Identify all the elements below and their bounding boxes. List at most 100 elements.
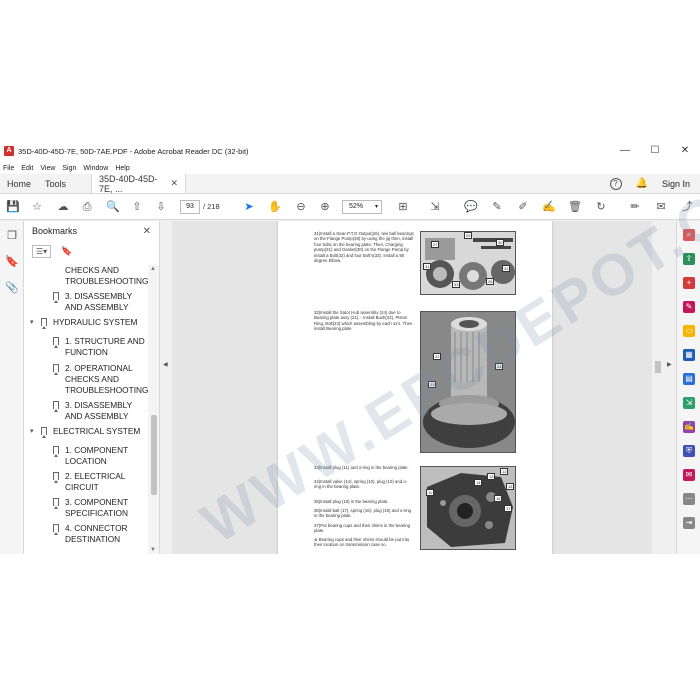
bookmark-icon	[53, 337, 59, 348]
page-up-icon[interactable]: ⇧	[130, 200, 144, 214]
send-for-review-icon[interactable]: ✉	[683, 469, 695, 481]
edit-pdf-tool-icon[interactable]: ✎	[683, 301, 695, 313]
edit-pdf-icon[interactable]: ✏	[628, 200, 642, 214]
bookmark-add-icon[interactable]: 🔖	[61, 246, 72, 257]
bookmark-options-button[interactable]: ☰▾	[32, 244, 52, 258]
tab-home[interactable]: Home	[0, 174, 38, 193]
callout-label: 27	[431, 241, 440, 248]
bookmark-label: DESTINATION	[65, 534, 121, 544]
comment-tool-icon[interactable]: ▭	[683, 325, 695, 337]
fill-sign-tool-icon[interactable]: ✍	[683, 421, 695, 433]
attachment-icon[interactable]: 📎	[5, 281, 19, 295]
sign-in-button[interactable]: Sign In	[662, 179, 690, 189]
bookmark-item-electrical-system[interactable]: ▾ ELECTRICAL SYSTEM	[24, 426, 148, 440]
main-toolbar: 💾 ☆ ☁ ⎙ 🔍 ⇧ ⇩ 93 / 218 ➤ ✋ ⊖ ⊕ 52% ▾ ⊞ ⇲…	[0, 194, 700, 220]
menu-help[interactable]: Help	[115, 165, 129, 172]
callout-label: 13	[487, 473, 496, 480]
bookmark-label: FUNCTION	[65, 347, 108, 357]
bookmark-label: LOCATION	[65, 456, 107, 466]
chevron-left-icon[interactable]: ◀	[163, 361, 168, 368]
hand-tool-icon[interactable]: ✋	[268, 200, 282, 214]
scrollbar-thumb[interactable]	[151, 415, 157, 495]
upload-cloud-icon[interactable]: ☁	[56, 200, 70, 214]
bookmark-item[interactable]: 2. ELECTRICAL CIRCUIT	[24, 471, 148, 495]
photo-bearing-plate	[420, 466, 516, 550]
bookmark-label: CIRCUIT	[65, 482, 99, 492]
fill-sign-icon[interactable]: ✍	[542, 200, 556, 214]
create-pdf-icon[interactable]: +	[683, 277, 695, 289]
bookmark-item[interactable]: 3. DISASSEMBLY AND ASSEMBLY	[24, 400, 148, 424]
organize-pages-icon[interactable]: ▦	[683, 349, 695, 361]
star-icon[interactable]: ☆	[30, 200, 44, 214]
page-number-input[interactable]: 93	[180, 200, 200, 214]
zoom-out-icon[interactable]: ⊖	[294, 200, 308, 214]
highlight-pen-icon[interactable]: ✎	[490, 200, 504, 214]
fit-page-icon[interactable]: ⊞	[396, 200, 410, 214]
window-title: 35D-40D-45D-7E, 50D-7AE.PDF - Adobe Acro…	[18, 146, 249, 156]
combine-files-icon[interactable]: ▤	[683, 373, 695, 385]
scroll-down-icon[interactable]: ▼	[150, 547, 156, 553]
menu-file[interactable]: File	[3, 165, 14, 172]
draw-icon[interactable]: ✐	[516, 200, 530, 214]
menu-edit[interactable]: Edit	[21, 165, 33, 172]
bookmark-label: 3. DISASSEMBLY	[65, 400, 133, 410]
tab-close-icon[interactable]: ✕	[170, 178, 178, 189]
bookmark-panel-icon[interactable]: 🔖	[5, 255, 19, 269]
minimize-button[interactable]: —	[610, 140, 640, 162]
scroll-up-icon[interactable]: ▲	[150, 266, 156, 272]
bell-icon[interactable]: 🔔	[636, 178, 648, 189]
step-36-text: 36)Install ball (17), spring (16), plug …	[314, 508, 411, 519]
zoom-in-icon[interactable]: ⊕	[318, 200, 332, 214]
help-icon[interactable]: ?	[609, 177, 622, 190]
tab-tools[interactable]: Tools	[38, 174, 73, 193]
scroll-mode-icon[interactable]: ⇲	[428, 200, 442, 214]
page-total-label: / 218	[203, 202, 220, 211]
bookmark-item-hydraulic-system[interactable]: ▾ HYDRAULIC SYSTEM	[24, 317, 148, 331]
bookmark-label: CHECKS AND	[65, 374, 119, 384]
chevron-down-icon[interactable]: ▾	[30, 318, 34, 326]
print-icon[interactable]: ⎙	[80, 200, 94, 214]
zoom-search-icon[interactable]: 🔍	[106, 200, 120, 214]
step-32-text: 32)Install the Sator Hub assembly (24) d…	[314, 310, 413, 332]
rotate-icon[interactable]: ↻	[594, 200, 608, 214]
step-35-text: 35)Install plug (19) in the bearing plat…	[314, 499, 389, 504]
menu-view[interactable]: View	[40, 165, 55, 172]
callout-label: 15	[506, 483, 515, 490]
collapse-left-panel-strip[interactable]: ◀	[160, 221, 172, 554]
acrobat-app-icon: A	[4, 146, 14, 156]
page-down-icon[interactable]: ⇩	[154, 200, 168, 214]
tab-document[interactable]: 35D-40D-45D-7E, ... ✕	[91, 174, 187, 194]
bookmark-item[interactable]: 2. OPERATIONAL CHECKS AND TROUBLESHOOTIN…	[24, 363, 148, 397]
bookmarks-scrollbar[interactable]: ▲ ▼	[148, 265, 159, 554]
bookmark-item[interactable]: 3. COMPONENT SPECIFICATION	[24, 497, 148, 521]
menu-window[interactable]: Window	[83, 165, 108, 172]
pages-thumbnail-icon[interactable]: ❐	[5, 229, 19, 243]
close-window-button[interactable]: ✕	[670, 140, 700, 162]
save-icon[interactable]: 💾	[6, 200, 20, 214]
zoom-level-dropdown[interactable]: 52% ▾	[342, 200, 382, 214]
close-panel-icon[interactable]: ✕	[143, 226, 151, 237]
scrollbar-thumb[interactable]	[655, 361, 661, 373]
bookmark-item[interactable]: 4. CONNECTOR DESTINATION	[24, 523, 148, 547]
bookmark-label: 3. DISASSEMBLY	[65, 291, 133, 301]
callout-label: 29	[464, 232, 473, 239]
bookmark-item[interactable]: 3. DISASSEMBLY AND ASSEMBLY	[24, 291, 148, 315]
protect-icon[interactable]: ⛨	[683, 445, 695, 457]
bookmark-icon	[53, 401, 59, 412]
bookmark-item[interactable]: 1. STRUCTURE AND FUNCTION	[24, 336, 148, 360]
bookmark-list: CHECKS AND TROUBLESHOOTING 3. DISASSEMBL…	[24, 265, 148, 554]
bookmark-icon	[53, 364, 59, 375]
bookmark-item[interactable]: 1. COMPONENT LOCATION	[24, 445, 148, 469]
chevron-right-icon[interactable]: ▶	[667, 361, 672, 368]
chevron-down-icon[interactable]: ▾	[30, 427, 34, 435]
collapse-tools-icon[interactable]: ⇥	[683, 517, 695, 529]
bookmark-label: TROUBLESHOOTING	[65, 276, 148, 286]
maximize-button[interactable]: ☐	[640, 140, 670, 162]
compress-pdf-icon[interactable]: ⇲	[683, 397, 695, 409]
more-tools-icon[interactable]: ⋯	[683, 493, 695, 505]
select-cursor-icon[interactable]: ➤	[242, 200, 256, 214]
delete-icon[interactable]: 🗑	[568, 200, 582, 214]
menu-sign[interactable]: Sign	[62, 165, 76, 172]
bookmark-item[interactable]: CHECKS AND TROUBLESHOOTING	[24, 265, 148, 289]
comment-icon[interactable]: 💬	[464, 200, 478, 214]
